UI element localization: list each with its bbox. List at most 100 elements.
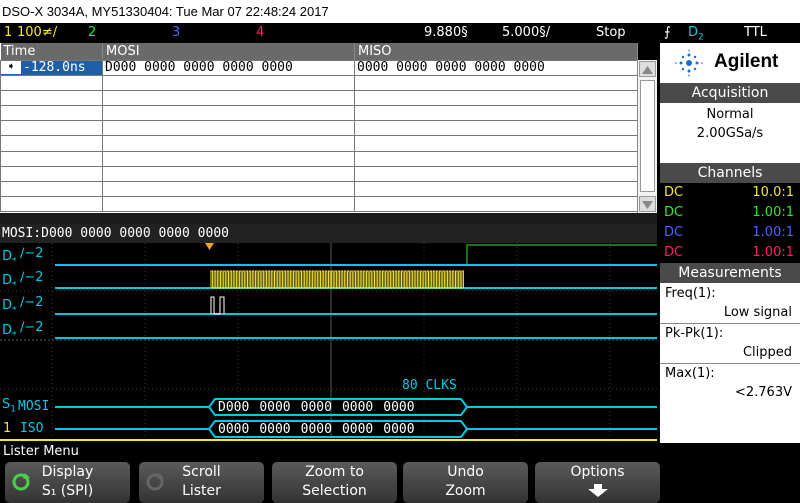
lister-cell-mosi [102, 105, 355, 122]
display-s1-softkey[interactable]: Display S₁ (SPI) [5, 462, 130, 503]
lister-row[interactable] [0, 180, 638, 198]
channel-coupling: DC [664, 245, 684, 260]
bus-word: 0000 [383, 422, 415, 437]
rotate-knob-icon [12, 473, 30, 491]
measurements-box[interactable]: Freq(1): Low signal Pk-Pk(1): Clipped Ma… [660, 283, 800, 443]
meas-divider-2 [660, 363, 800, 364]
scroll-down-button[interactable] [639, 196, 656, 212]
trigger-position-marker [205, 243, 214, 250]
meas-pkpk-name: Pk-Pk(1): [665, 326, 724, 341]
lister-cell-miso [354, 74, 638, 91]
bus-word: 0000 [300, 400, 332, 415]
triangle-up-icon [642, 66, 653, 74]
miso-label: ISO [20, 421, 44, 436]
threshold-marker-2-text: 2 [35, 270, 44, 285]
digital-label-2[interactable]: D* [2, 273, 17, 291]
digital-label-4-text: D [2, 323, 13, 338]
lister-cell-time: ➧ -128.0ns [0, 59, 103, 76]
channel-row[interactable]: DC 1.00:1 [660, 243, 800, 263]
channel-probe-ratio: 10.0:1 [752, 185, 794, 200]
ch4-number[interactable]: 4 [256, 23, 264, 42]
scroll-up-button[interactable] [639, 61, 656, 77]
lister-row[interactable] [0, 165, 638, 183]
meas-max-name: Max(1): [665, 366, 715, 381]
lister-row[interactable] [0, 135, 638, 152]
lister-row[interactable]: ➧ -128.0ns D000 0000 0000 0000 0000 0000 00… [0, 59, 638, 76]
acquisition-box[interactable]: Normal 2.00GSa/s [660, 103, 800, 163]
mosi-bus-values: D000 0000 0000 0000 0000 [218, 400, 425, 415]
rotate-knob-icon [146, 473, 164, 491]
lister-row[interactable] [0, 120, 638, 137]
scroll-lister-softkey[interactable]: Scroll Lister [139, 462, 264, 503]
lister-row[interactable] [0, 89, 638, 107]
lister-cell-mosi [102, 180, 355, 198]
digital-label-1[interactable]: D* [2, 249, 17, 267]
lister-row[interactable] [0, 105, 638, 122]
meas-pkpk-value: Clipped [742, 345, 792, 360]
ch1-scale[interactable]: 100≠/ [17, 23, 57, 42]
lister-table[interactable]: Time MOSI MISO ➧ -128.0ns D000 0000 0000 0… [0, 43, 638, 213]
threshold-marker-2: ∕−2 [20, 270, 44, 285]
bus-word: 0000 [259, 422, 291, 437]
bus-word: 0000 [383, 400, 415, 415]
acquisition-header: Acquisition [660, 83, 800, 103]
bus-word: 0000 [259, 400, 291, 415]
digital-label-3[interactable]: D* [2, 298, 17, 316]
column-header-mosi[interactable]: MOSI [102, 43, 355, 60]
undo-zoom-softkey[interactable]: Undo Zoom [403, 462, 528, 503]
lister-cell-time [0, 89, 103, 107]
meas-freq-value: Low signal [723, 305, 792, 320]
time-offset[interactable]: 9.880§ [424, 23, 468, 42]
lister-cell-mosi: D000 0000 0000 0000 0000 [102, 59, 355, 76]
channels-box[interactable]: DC 10.0:1 DC 1.00:1 DC 1.00:1 DC 1.00:1 [660, 183, 800, 263]
channel-row[interactable]: DC 1.00:1 [660, 223, 800, 243]
digital-label-2-text: D [2, 273, 13, 288]
miso-bus-values: 0000 0000 0000 0000 0000 [218, 422, 425, 437]
bus-word: 0000 [218, 422, 250, 437]
brand-name: Agilent [714, 51, 779, 72]
threshold-marker-4: ∕−2 [20, 320, 44, 335]
bus-label-s1[interactable]: S1 [2, 397, 16, 415]
lister-cell-time [0, 196, 103, 213]
ch2-number[interactable]: 2 [88, 23, 96, 42]
down-arrow-icon [587, 484, 608, 497]
time-scale[interactable]: 5.000§/ [502, 23, 550, 42]
zoom-to-selection-softkey[interactable]: Zoom to Selection [272, 462, 397, 503]
lister-row[interactable] [0, 74, 638, 91]
channel-probe-ratio: 1.00:1 [752, 245, 794, 260]
digital-label-3-text: D [2, 298, 13, 313]
lister-scrollbar[interactable] [637, 60, 657, 213]
channel-probe-ratio: 1.00:1 [752, 225, 794, 240]
lister-row[interactable] [0, 150, 638, 167]
window-title: DSO-X 3034A, MY51330404: Tue Mar 07 22:4… [0, 0, 800, 23]
ch1-number[interactable]: 1 [4, 23, 12, 42]
lister-cell-mosi [102, 165, 355, 183]
options-softkey[interactable]: Options [535, 462, 660, 503]
run-state: Stop [596, 25, 626, 40]
digital-label-3-sub: * [12, 305, 17, 316]
ch3-number[interactable]: 3 [172, 23, 180, 42]
trigger-source-label: D [688, 25, 699, 40]
bus-label-s1-sub: 1 [10, 404, 16, 415]
scroll-thumb[interactable] [640, 80, 655, 192]
waveform-display[interactable]: D* D* D* D* ∕−2 ∕−2 ∕−2 ∕−2 80 CLKS S1 M… [0, 243, 657, 442]
lister-row[interactable] [0, 196, 638, 213]
digital-label-1-text: D [2, 249, 13, 264]
channel-row[interactable]: DC 10.0:1 [660, 183, 800, 203]
sample-rate: 2.00GSa/s [696, 126, 764, 141]
lister-cell-miso: 0000 0000 0000 0000 0000 [354, 59, 638, 76]
bus-word: 0000 [300, 422, 332, 437]
lister-cell-time [0, 165, 103, 183]
lister-cell-miso [354, 150, 638, 167]
trigger-edge-icon: ⨍ [664, 25, 671, 40]
column-header-miso[interactable]: MISO [354, 43, 638, 60]
clock-burst-trace [210, 270, 464, 289]
column-header-time[interactable]: Time [0, 43, 103, 60]
lister-cell-mosi [102, 135, 355, 152]
ch1-ground-marker[interactable]: 1 [3, 421, 11, 436]
options-softkey-line1: Options [570, 464, 625, 480]
channel-row[interactable]: DC 1.00:1 [660, 203, 800, 223]
lister-cell-mosi [102, 150, 355, 167]
digital-label-4[interactable]: D* [2, 323, 17, 341]
menu-title: Lister Menu [0, 443, 800, 460]
